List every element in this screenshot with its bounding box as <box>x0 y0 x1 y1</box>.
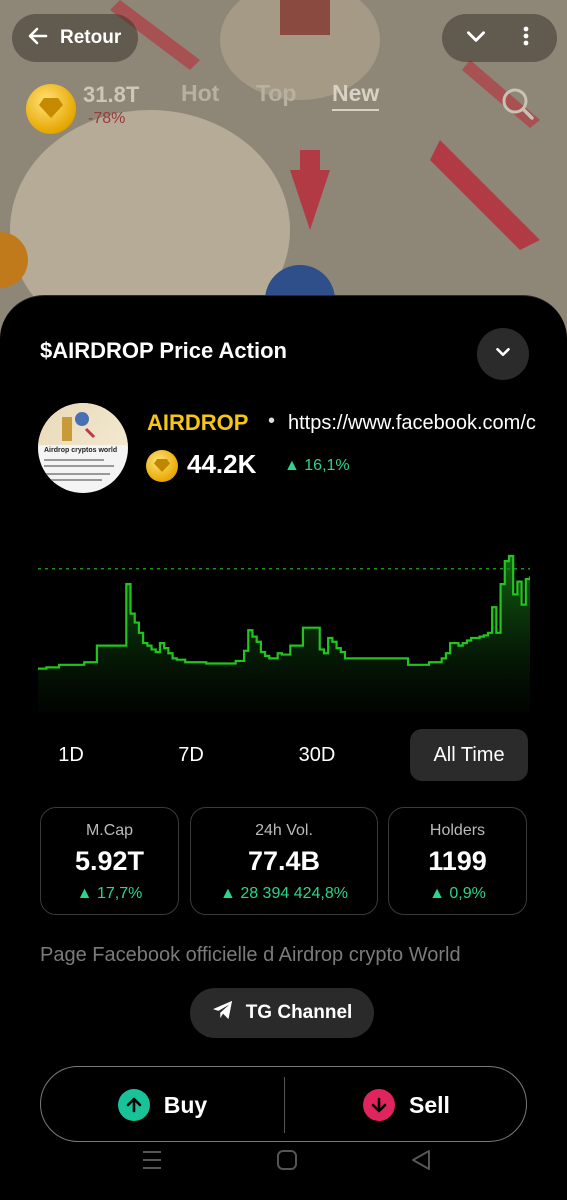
home-icon[interactable] <box>275 1148 299 1177</box>
token-avatar: Airdrop cryptos world <box>38 403 128 493</box>
stat-value: 77.4B <box>247 846 321 876</box>
token-url-link[interactable]: https://www.facebook.com/c <box>288 412 567 435</box>
price-change: ▲ 16,1% <box>284 457 350 474</box>
tab-new[interactable]: New <box>332 80 380 111</box>
range-all-time[interactable]: All Time <box>410 729 528 781</box>
back-button[interactable]: Retour <box>12 14 138 62</box>
price-action-sheet: $AIRDROP Price Action Airdrop cryptos wo… <box>0 295 567 1200</box>
more-vertical-icon[interactable] <box>516 23 536 54</box>
trade-bar: Buy Sell <box>40 1066 527 1142</box>
token-price: 44.2K <box>187 449 257 479</box>
stat-change-value: 17,7% <box>96 885 143 902</box>
buy-button[interactable]: Buy <box>41 1067 284 1143</box>
stat-change-value: 0,9% <box>449 885 486 902</box>
avatar-title: Airdrop cryptos world <box>44 447 118 454</box>
stat-label: 24h Vol. <box>255 822 313 839</box>
coin-icon <box>146 450 178 482</box>
market-cap: 31.8T <box>83 82 140 107</box>
tg-channel-button[interactable]: TG Channel <box>190 988 374 1038</box>
window-controls <box>442 14 557 62</box>
coin-icon <box>26 84 76 134</box>
range-30d[interactable]: 30D <box>284 729 350 781</box>
back-nav-icon[interactable] <box>410 1148 432 1177</box>
market-change: -78% <box>88 110 126 127</box>
sell-button[interactable]: Sell <box>285 1067 528 1143</box>
chevron-down-icon[interactable] <box>463 23 489 54</box>
price-change-value: 16,1% <box>304 457 350 474</box>
stat-value: 5.92T <box>74 846 145 876</box>
stat-change-value: 28 394 424,8% <box>240 885 348 902</box>
back-label: Retour <box>60 27 122 48</box>
collapse-button[interactable] <box>477 328 529 380</box>
sell-label: Sell <box>409 1091 450 1118</box>
chevron-down-icon <box>492 341 514 368</box>
stat-change: ▲ 28 394 424,8% <box>220 885 348 902</box>
top-bar: Retour 31.8T -78% Hot Top New <box>0 0 567 134</box>
stat-value: 1199 <box>428 846 487 876</box>
arrow-down-icon <box>363 1089 396 1121</box>
chart-area <box>38 556 530 712</box>
token-description: Page Facebook officielle d Airdrop crypt… <box>40 944 461 966</box>
arrow-left-icon <box>26 24 50 53</box>
tab-top[interactable]: Top <box>256 80 296 107</box>
recent-apps-icon[interactable] <box>141 1148 163 1177</box>
sheet-title: $AIRDROP Price Action <box>40 338 287 363</box>
stat-change: ▲ 0,9% <box>429 885 486 902</box>
stat-volume: 24h Vol. 77.4B ▲ 28 394 424,8% <box>190 807 378 915</box>
price-chart[interactable] <box>38 552 530 712</box>
stat-market-cap: M.Cap 5.92T ▲ 17,7% <box>40 807 179 915</box>
buy-label: Buy <box>163 1091 208 1118</box>
range-7d[interactable]: 7D <box>158 729 224 781</box>
search-icon[interactable] <box>498 84 538 129</box>
separator-dot: • <box>268 410 276 432</box>
time-range-selector: 1D 7D 30D All Time <box>38 729 530 781</box>
stat-change: ▲ 17,7% <box>76 885 143 902</box>
arrow-up-icon <box>117 1089 150 1121</box>
telegram-icon <box>212 1000 234 1026</box>
tg-channel-label: TG Channel <box>245 1002 353 1023</box>
stat-holders: Holders 1199 ▲ 0,9% <box>388 807 527 915</box>
range-1d[interactable]: 1D <box>38 729 104 781</box>
token-name: AIRDROP <box>147 410 249 435</box>
system-nav-bar <box>0 1148 567 1184</box>
stat-label: M.Cap <box>85 822 134 839</box>
stat-label: Holders <box>429 822 486 839</box>
tab-hot[interactable]: Hot <box>181 80 219 107</box>
